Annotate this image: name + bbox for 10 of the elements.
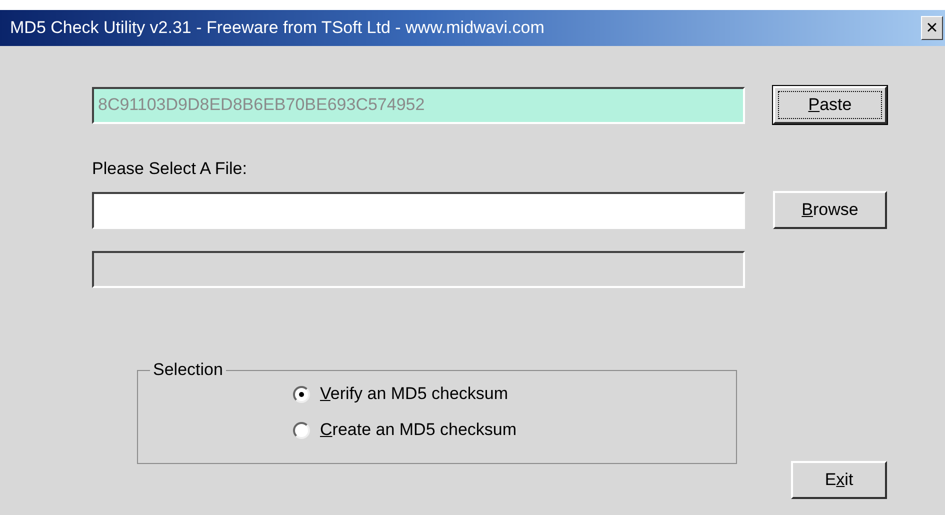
- file-field[interactable]: [92, 192, 745, 228]
- file-label: Please Select A File:: [92, 159, 248, 179]
- exit-button[interactable]: Exit: [791, 461, 887, 499]
- group-legend: Selection: [150, 360, 226, 380]
- browse-button[interactable]: Browse: [773, 191, 887, 229]
- close-button[interactable]: ×: [921, 16, 943, 40]
- radio-option[interactable]: Create an MD5 checksum: [293, 420, 517, 440]
- window-title: MD5 Check Utility v2.31 - Freeware from TSoft Ltd - www.midwavi.com: [10, 18, 544, 38]
- paste-button[interactable]: Paste: [773, 86, 887, 124]
- radio-option[interactable]: Verify an MD5 checksum: [293, 384, 508, 404]
